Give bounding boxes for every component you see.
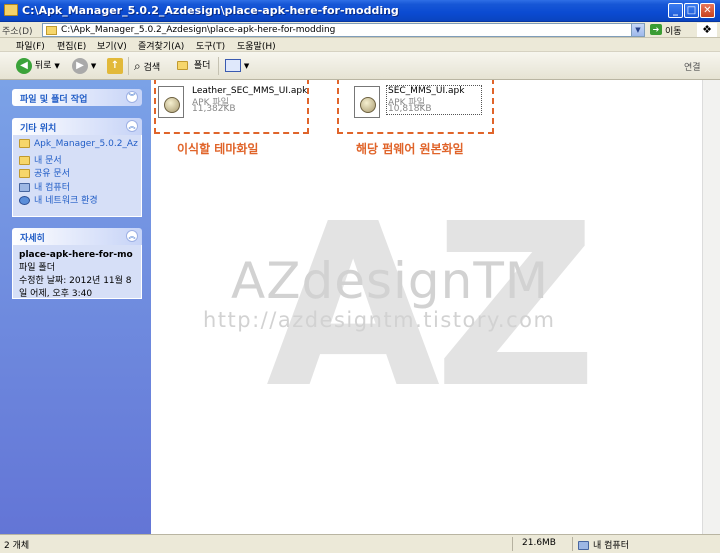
place-link-shared-documents[interactable]: 공유 문서: [19, 166, 135, 180]
back-arrow-icon: ◀: [16, 57, 32, 74]
views-button[interactable]: ▼: [225, 57, 249, 75]
forward-arrow-icon: ▶: [72, 57, 88, 74]
links-label[interactable]: 연결: [684, 60, 701, 73]
place-label: 내 네트워크 환경: [34, 196, 98, 206]
status-bar: 2 개체 21.6MB 내 컴퓨터: [0, 534, 720, 553]
annotation-left: 이식할 테마화일: [177, 142, 259, 156]
folders-label: 폴더: [193, 61, 211, 71]
go-button[interactable]: 이동: [665, 24, 682, 37]
menu-edit[interactable]: 편집(E): [57, 39, 86, 52]
forward-button[interactable]: ▶ ▼: [72, 57, 96, 75]
status-object-count: 2 개체: [4, 541, 30, 551]
menu-view[interactable]: 보기(V): [97, 39, 127, 52]
watermark-brand: AZdesignTM: [231, 252, 550, 310]
address-input[interactable]: C:\Apk_Manager_5.0.2_Azdesign\place-apk-…: [42, 23, 645, 37]
my-computer-icon: [19, 182, 30, 192]
other-places-header[interactable]: 기타 위치 ︽: [12, 118, 142, 135]
back-label: 뒤로: [34, 61, 52, 71]
details-body: place-apk-here-for-mo 파일 폴더 수정한 날짜: 2012…: [12, 245, 142, 299]
folder-icon: [19, 139, 30, 148]
minimize-button[interactable]: _: [668, 3, 683, 18]
menu-tools[interactable]: 도구(T): [196, 39, 225, 52]
search-button[interactable]: ⌕ 검색: [134, 57, 160, 75]
shared-documents-icon: [19, 169, 30, 178]
annotation-right: 해당 펌웨어 원본화일: [356, 142, 464, 156]
address-path[interactable]: C:\Apk_Manager_5.0.2_Azdesign\place-apk-…: [61, 25, 335, 35]
menu-favorites[interactable]: 즐겨찾기(A): [138, 39, 184, 52]
views-icon: [225, 59, 241, 72]
my-documents-icon: [19, 155, 30, 165]
apk-file-icon: [354, 86, 380, 118]
folder-icon: [177, 61, 188, 70]
collapse-chevron-icon[interactable]: ︽: [126, 230, 138, 242]
status-divider: [512, 537, 513, 551]
details-header[interactable]: 자세히 ︽: [12, 228, 142, 245]
search-label: 검색: [143, 63, 161, 73]
place-label: 공유 문서: [34, 169, 70, 179]
back-button[interactable]: ◀ 뒤로 ▼: [16, 57, 60, 75]
toolbar: ◀ 뒤로 ▼ ▶ ▼ ↑ ⌕ 검색 폴더 ▼ 연결: [0, 52, 720, 80]
folders-button[interactable]: 폴더: [177, 57, 210, 75]
chevron-down-icon[interactable]: ▼: [631, 24, 644, 36]
vertical-scrollbar[interactable]: [702, 80, 720, 534]
toolbar-separator: [218, 57, 219, 75]
status-size: 21.6MB: [522, 538, 556, 548]
menu-help[interactable]: 도움말(H): [237, 39, 276, 52]
address-label: 주소(D): [2, 27, 33, 37]
task-pane: 파일 및 폴더 작업 ︾ 기타 위치 ︽ Apk_Manager_5.0.2_A…: [0, 80, 151, 534]
chevron-down-icon[interactable]: ▼: [54, 62, 59, 70]
up-folder-button[interactable]: ↑: [107, 57, 123, 75]
search-icon: ⌕: [134, 59, 141, 73]
place-label: Apk_Manager_5.0.2_Az: [34, 139, 138, 149]
details-panel: 자세히 ︽ place-apk-here-for-mo 파일 폴더 수정한 날짜…: [12, 228, 142, 299]
file-size: 11,382KB: [192, 104, 236, 114]
window-title: C:\Apk_Manager_5.0.2_Azdesign\place-apk-…: [22, 4, 399, 17]
up-folder-icon: ↑: [107, 57, 123, 74]
file-list-view[interactable]: AZ AZdesignTM http://azdesigntm.tistory.…: [151, 80, 720, 534]
details-item-name: place-apk-here-for-mo: [19, 250, 133, 260]
other-places-panel: 기타 위치 ︽ Apk_Manager_5.0.2_Az 내 문서 공유 문서 …: [12, 118, 142, 217]
folder-icon: [46, 26, 57, 35]
collapse-chevron-icon[interactable]: ︽: [126, 120, 138, 132]
file-item[interactable]: SEC_MMS_UI.apk APK 파일 10,818KB: [354, 85, 496, 132]
toolbar-separator: [128, 57, 129, 75]
apk-file-icon: [158, 86, 184, 118]
file-tasks-panel: 파일 및 폴더 작업 ︾: [12, 89, 142, 106]
place-label: 내 문서: [34, 155, 62, 166]
chevron-down-icon[interactable]: ▼: [244, 62, 249, 70]
address-bar: 주소(D) C:\Apk_Manager_5.0.2_Azdesign\plac…: [0, 22, 720, 38]
folder-icon: [4, 4, 18, 16]
menu-file[interactable]: 파일(F): [16, 39, 45, 52]
details-item-type: 파일 폴더: [19, 263, 55, 273]
file-tasks-header[interactable]: 파일 및 폴더 작업 ︾: [12, 89, 142, 106]
place-link-network[interactable]: 내 네트워크 환경: [19, 193, 135, 207]
file-tasks-title: 파일 및 폴더 작업: [20, 95, 88, 105]
place-link-my-computer[interactable]: 내 컴퓨터: [19, 180, 135, 194]
details-title: 자세히: [20, 234, 45, 244]
network-places-icon: [19, 196, 30, 205]
status-location-label: 내 컴퓨터: [593, 541, 629, 551]
status-location: 내 컴퓨터: [578, 538, 629, 551]
windows-logo-icon: ❖: [697, 23, 717, 37]
place-link-my-documents[interactable]: 내 문서: [19, 153, 135, 167]
status-divider: [572, 537, 573, 551]
place-label: 내 컴퓨터: [34, 182, 70, 193]
close-button[interactable]: ✕: [700, 3, 715, 18]
watermark-url: http://azdesigntm.tistory.com: [203, 308, 556, 332]
other-places-title: 기타 위치: [20, 124, 57, 134]
chevron-down-icon[interactable]: ▼: [91, 62, 96, 70]
details-modified-line1: 수정한 날짜: 2012년 11월 8: [19, 276, 132, 286]
expand-chevron-icon[interactable]: ︾: [126, 91, 138, 103]
other-places-body: Apk_Manager_5.0.2_Az 내 문서 공유 문서 내 컴퓨터 내 …: [12, 135, 142, 217]
my-computer-icon: [578, 541, 589, 550]
title-bar: C:\Apk_Manager_5.0.2_Azdesign\place-apk-…: [0, 0, 720, 22]
menu-bar: 파일(F) 편집(E) 보기(V) 즐겨찾기(A) 도구(T) 도움말(H): [0, 38, 720, 52]
details-modified-line2: 일 어제, 오후 3:40: [19, 289, 93, 299]
file-item[interactable]: Leather_SEC_MMS_UI.apk APK 파일 11,382KB: [158, 86, 307, 132]
place-link-parent-folder[interactable]: Apk_Manager_5.0.2_Az: [19, 139, 138, 153]
maximize-button[interactable]: □: [684, 3, 699, 18]
file-size: 10,818KB: [388, 104, 432, 114]
go-arrow-icon[interactable]: ➔: [650, 24, 662, 35]
